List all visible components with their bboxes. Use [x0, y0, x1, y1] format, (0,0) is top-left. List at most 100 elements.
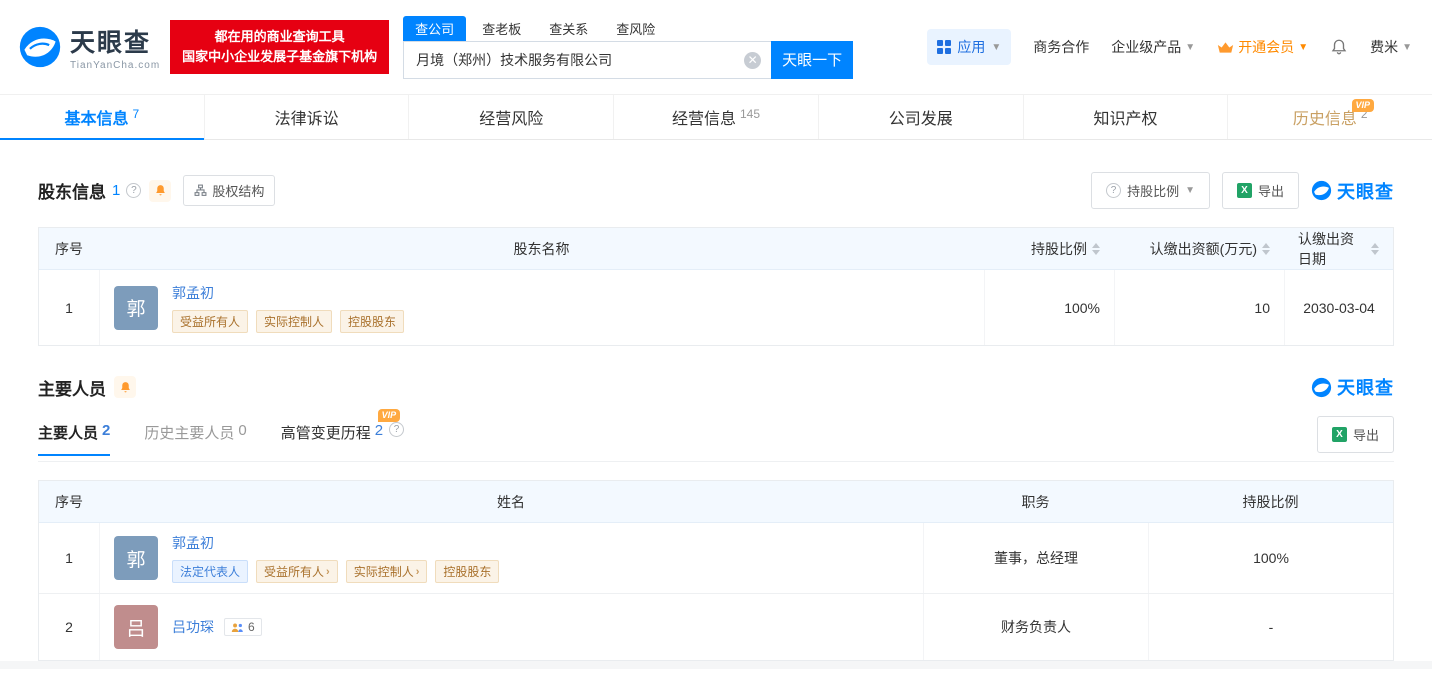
tag-legal-representative[interactable]: 法定代表人: [172, 560, 248, 583]
vip-badge: VIP: [1352, 99, 1375, 112]
sort-icon[interactable]: [1371, 243, 1379, 255]
col-header-subscribed-amount[interactable]: 认缴出资额(万元): [1114, 228, 1284, 269]
personnel-row: 1 郭 郭孟初 法定代表人 受益所有人 ›: [39, 523, 1393, 594]
search-button[interactable]: 天眼一下: [771, 41, 853, 79]
brand-name: 天眼查: [70, 23, 160, 59]
slogan-banner: 都在用的商业查询工具 国家中小企业发展子基金旗下机构: [170, 20, 389, 74]
chevron-right-icon: ›: [416, 566, 420, 578]
tag-label: 实际控制人: [354, 563, 414, 580]
search-tab-boss[interactable]: 查老板: [470, 16, 533, 41]
notification-bell-icon[interactable]: [1330, 38, 1348, 56]
partner-count-chip[interactable]: 6: [224, 618, 262, 636]
tab-company-development[interactable]: 公司发展: [819, 95, 1024, 139]
tag-actual-controller[interactable]: 实际控制人 ›: [346, 560, 428, 583]
excel-icon: X: [1332, 427, 1347, 442]
col-header-position: 职务: [923, 481, 1148, 522]
subscribe-bell-icon[interactable]: [149, 180, 171, 202]
export-button[interactable]: X 导出: [1222, 172, 1299, 209]
tag-beneficial-owner[interactable]: 受益所有人: [172, 310, 248, 333]
person-name-link[interactable]: 吕功琛: [172, 617, 214, 637]
col-header-ratio[interactable]: 持股比例: [984, 228, 1114, 269]
tab-label: 经营风险: [479, 105, 543, 129]
personnel-title: 主要人员: [38, 375, 106, 400]
watermark-label: 天眼查: [1337, 178, 1394, 204]
tag-label: 实际控制人: [264, 313, 324, 330]
top-header: 天眼查 TianYanCha.com 都在用的商业查询工具 国家中小企业发展子基…: [0, 0, 1432, 94]
sort-icon[interactable]: [1092, 243, 1100, 255]
tab-history-personnel[interactable]: 历史主要人员 0: [144, 422, 246, 455]
tianyancha-logo[interactable]: 天眼查 TianYanCha.com: [18, 23, 160, 71]
tab-executive-change-history[interactable]: VIP 高管变更历程 2 ?: [281, 422, 404, 455]
search-input[interactable]: [404, 42, 771, 78]
col-header-person-name: 姓名: [99, 481, 923, 522]
shareholders-section: 股东信息 1 ? 股权结构 ? 持股比例 ▼ X 导出: [0, 172, 1432, 346]
nav-business-cooperation[interactable]: 商务合作: [1033, 37, 1089, 57]
tab-label: 历史主要人员: [144, 422, 234, 443]
tag-actual-controller[interactable]: 实际控制人: [256, 310, 332, 333]
tianyancha-logo-icon: [18, 25, 62, 69]
col-header-subscribed-date[interactable]: 认缴出资日期: [1284, 228, 1393, 269]
search-tab-company[interactable]: 查公司: [403, 16, 466, 41]
avatar[interactable]: 郭: [114, 286, 158, 330]
subscribe-bell-icon[interactable]: [114, 376, 136, 398]
row-index: 2: [39, 594, 99, 660]
top-nav: 应用 ▼ 商务合作 企业级产品 ▼ 开通会员 ▼ 费米 ▼: [927, 29, 1412, 65]
brand-domain: TianYanCha.com: [70, 60, 160, 71]
cell-subscribed-amount: 10: [1114, 270, 1284, 345]
org-chart-icon: [194, 184, 207, 197]
ratio-filter-dropdown[interactable]: ? 持股比例 ▼: [1091, 172, 1210, 209]
apps-menu[interactable]: 应用 ▼: [927, 29, 1011, 65]
tab-label: 基本信息: [65, 105, 129, 129]
apps-label: 应用: [957, 37, 985, 57]
ratio-help-icon: ?: [1106, 183, 1121, 198]
tag-label: 法定代表人: [180, 563, 240, 580]
tab-label: 高管变更历程: [281, 422, 371, 443]
shareholders-table-header: 序号 股东名称 持股比例 认缴出资额(万元) 认缴出资日期: [39, 228, 1393, 270]
avatar[interactable]: 郭: [114, 536, 158, 580]
tianyancha-watermark: 天眼查: [1311, 178, 1394, 204]
nav-enterprise-products[interactable]: 企业级产品 ▼: [1111, 37, 1195, 57]
key-personnel-section: 主要人员 天眼查 主要人员 2 历史主要人员 0 VIP 高管变更历程 2: [0, 374, 1432, 661]
help-icon[interactable]: ?: [389, 422, 404, 437]
tab-intellectual-property[interactable]: 知识产权: [1024, 95, 1229, 139]
person-name-link[interactable]: 郭孟初: [172, 533, 499, 553]
tab-count: 2: [375, 422, 383, 443]
avatar[interactable]: 吕: [114, 605, 158, 649]
tab-count: 2: [102, 422, 110, 443]
grid-icon: [937, 40, 951, 54]
nav-user-menu[interactable]: 费米 ▼: [1370, 37, 1412, 57]
tab-key-personnel[interactable]: 主要人员 2: [38, 422, 110, 455]
row-index: 1: [39, 523, 99, 593]
nav-open-vip[interactable]: 开通会员 ▼: [1217, 37, 1308, 57]
export-label: 导出: [1353, 425, 1379, 444]
personnel-table: 序号 姓名 职务 持股比例 1 郭 郭孟初 法定代表人: [38, 480, 1394, 661]
personnel-table-header: 序号 姓名 职务 持股比例: [39, 481, 1393, 523]
search-tabs: 查公司 查老板 查关系 查风险: [403, 16, 853, 41]
tab-operation-risk[interactable]: 经营风险: [409, 95, 614, 139]
shareholder-name-link[interactable]: 郭孟初: [172, 283, 404, 303]
tab-label: 主要人员: [38, 422, 98, 443]
help-icon[interactable]: ?: [126, 183, 141, 198]
tianyancha-watermark-icon: [1311, 180, 1332, 201]
tag-controlling-shareholder[interactable]: 控股股东: [435, 560, 499, 583]
chevron-down-icon: ▼: [1185, 42, 1195, 53]
personnel-row: 2 吕 吕功琛 6 财务负责人: [39, 594, 1393, 660]
tab-label: 法律诉讼: [275, 105, 339, 129]
tab-history-info[interactable]: VIP 历史信息 2: [1228, 95, 1432, 139]
shareholders-title: 股东信息: [38, 178, 106, 203]
clear-search-icon[interactable]: ✕: [744, 52, 761, 69]
tab-operation-info[interactable]: 经营信息 145: [614, 95, 819, 139]
sort-icon[interactable]: [1262, 243, 1270, 255]
shareholder-row: 1 郭 郭孟初 受益所有人 实际控制人: [39, 270, 1393, 345]
tab-label: 公司发展: [889, 105, 953, 129]
equity-structure-button[interactable]: 股权结构: [183, 175, 275, 206]
export-button[interactable]: X 导出: [1317, 416, 1394, 453]
search-tab-relation[interactable]: 查关系: [537, 16, 600, 41]
tag-controlling-shareholder[interactable]: 控股股东: [340, 310, 404, 333]
tab-basic-info[interactable]: 基本信息 7: [0, 95, 205, 139]
tag-beneficial-owner[interactable]: 受益所有人 ›: [256, 560, 338, 583]
tab-legal-litigation[interactable]: 法律诉讼: [205, 95, 410, 139]
search-tab-risk[interactable]: 查风险: [604, 16, 667, 41]
chevron-down-icon: ▼: [1298, 42, 1308, 53]
tag-label: 控股股东: [348, 313, 396, 330]
